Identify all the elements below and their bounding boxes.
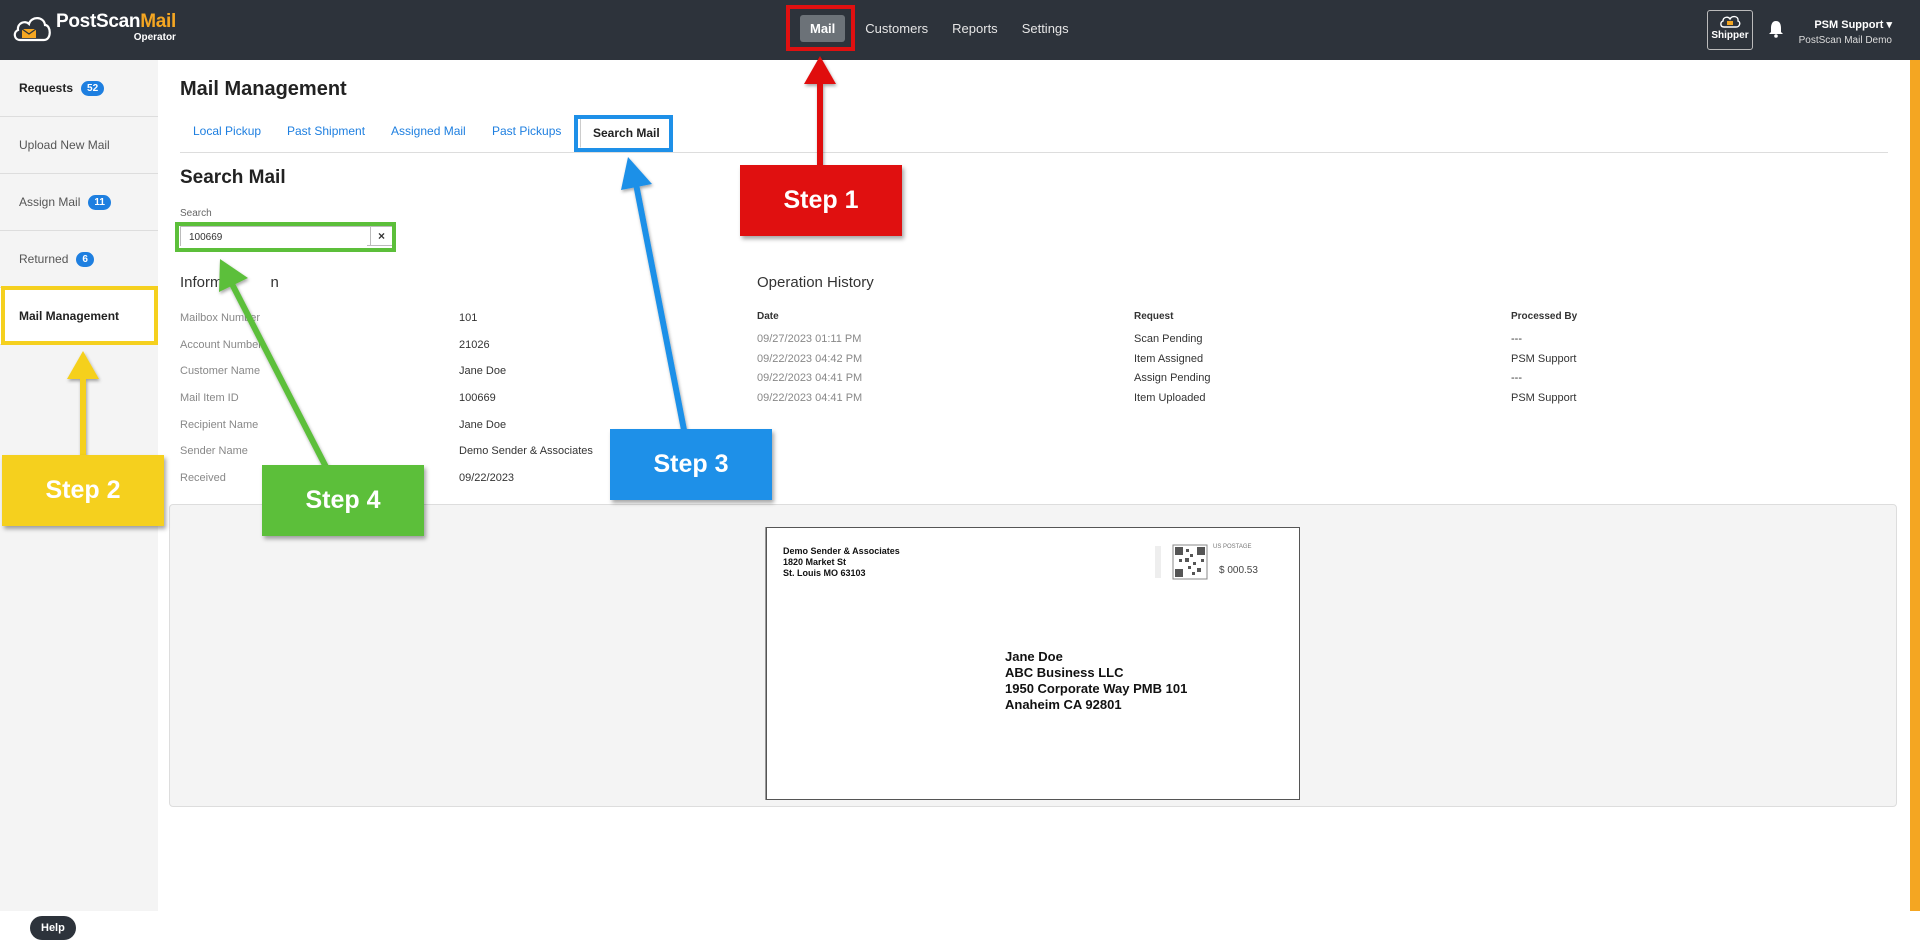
shipper-label: Shipper <box>1711 30 1749 41</box>
shipper-button[interactable]: Shipper <box>1707 10 1753 50</box>
mail-tabs: Local Pickup Past Shipment Assigned Mail… <box>180 114 1888 153</box>
sidebar-item-label: Returned <box>19 252 69 266</box>
history-date: 09/27/2023 01:11 PM <box>757 333 862 345</box>
user-menu[interactable]: PSM Support ▾ PostScan Mail Demo <box>1799 18 1892 46</box>
assign-count-badge: 11 <box>88 194 111 210</box>
history-date: 09/22/2023 04:42 PM <box>757 353 863 365</box>
requests-count-badge: 52 <box>81 80 105 96</box>
column-header-request: Request <box>1134 311 1174 322</box>
brand-prefix: PostScan <box>56 11 141 32</box>
info-value: Jane Doe <box>459 365 507 377</box>
info-value: 21026 <box>459 339 490 351</box>
history-request: Scan Pending <box>1134 333 1203 345</box>
recipient-line: 1950 Corporate Way PMB 101 <box>1005 681 1188 696</box>
envelope-sender-address: Demo Sender & Associates 1820 Market St … <box>783 546 900 579</box>
tab-local-pickup[interactable]: Local Pickup <box>193 124 261 138</box>
step3-highlight <box>574 115 673 152</box>
sender-line: St. Louis MO 63103 <box>783 568 866 578</box>
info-label: Recipient Name <box>180 419 259 431</box>
sidebar-item-label: Assign Mail <box>19 195 81 209</box>
sidebar-item-assign-mail[interactable]: Assign Mail 11 <box>0 174 158 231</box>
brand-subtitle: Operator <box>133 32 176 43</box>
bell-icon[interactable] <box>1768 20 1784 43</box>
history-processed-by: PSM Support <box>1511 353 1577 365</box>
history-date: 09/22/2023 04:41 PM <box>757 372 863 384</box>
caret-down-icon: ▾ <box>1886 19 1892 31</box>
recipient-line: Anaheim CA 92801 <box>1005 697 1122 712</box>
step4-callout: Step 4 <box>262 465 424 536</box>
info-value: Demo Sender & Associates <box>459 445 593 457</box>
step1-highlight <box>786 5 855 51</box>
information-title-end: n <box>270 274 279 291</box>
step4-highlight <box>175 222 396 252</box>
page-title: Mail Management <box>180 78 347 100</box>
postage-stamp: US POSTAGE $ 000.53 <box>1155 544 1285 584</box>
history-processed-by: --- <box>1511 372 1522 384</box>
tab-past-pickups[interactable]: Past Pickups <box>492 124 561 138</box>
sidebar-item-upload-new-mail[interactable]: Upload New Mail <box>0 117 158 174</box>
sidebar-item-requests[interactable]: Requests 52 <box>0 60 158 117</box>
step3-arrow <box>621 157 687 431</box>
nav-settings[interactable]: Settings <box>1022 15 1069 42</box>
information-title: Inform n <box>180 274 279 291</box>
info-label: Customer Name <box>180 365 261 377</box>
info-value: 09/22/2023 <box>459 472 515 484</box>
recipient-line: Jane Doe <box>1005 649 1063 664</box>
info-label: Received <box>180 472 226 484</box>
step3-callout: Step 3 <box>610 429 772 500</box>
sidebar-item-label: Upload New Mail <box>19 138 110 152</box>
nav-customers[interactable]: Customers <box>865 15 928 42</box>
info-label: Sender Name <box>180 445 248 457</box>
tab-past-shipment[interactable]: Past Shipment <box>287 124 365 138</box>
column-header-date: Date <box>757 311 779 322</box>
history-date: 09/22/2023 04:41 PM <box>757 392 863 404</box>
info-value: 101 <box>459 312 478 324</box>
user-organization: PostScan Mail Demo <box>1798 35 1892 46</box>
tab-assigned-mail[interactable]: Assigned Mail <box>391 124 466 138</box>
sender-line: 1820 Market St <box>783 557 847 567</box>
sidebar-item-returned[interactable]: Returned 6 <box>0 231 158 288</box>
step1-callout: Step 1 <box>740 165 902 236</box>
info-label: Mailbox Number <box>180 312 261 324</box>
app-logo[interactable]: PostScanMail Operator <box>12 12 176 44</box>
returned-count-badge: 6 <box>76 251 94 267</box>
info-label: Account Number <box>180 339 262 351</box>
operation-history-title: Operation History <box>757 274 874 291</box>
sidebar-item-label: Requests <box>19 81 74 95</box>
cloud-mail-logo-icon <box>13 17 51 42</box>
search-label: Search <box>180 208 212 219</box>
info-label: Mail Item ID <box>180 392 239 404</box>
step2-highlight <box>1 286 158 345</box>
sender-line: Demo Sender & Associates <box>783 546 900 556</box>
history-request: Item Assigned <box>1134 353 1204 365</box>
info-value: Jane Doe <box>459 419 507 431</box>
step2-callout: Step 2 <box>2 455 164 526</box>
nav-reports[interactable]: Reports <box>952 15 998 42</box>
top-navigation-bar: PostScanMail Operator Mail Customers Rep… <box>0 0 1920 60</box>
info-value: 100669 <box>459 392 496 404</box>
section-title: Search Mail <box>180 167 286 188</box>
qr-code-icon <box>1155 544 1208 580</box>
history-request: Item Uploaded <box>1134 392 1206 404</box>
page-scrollbar[interactable] <box>1910 60 1920 911</box>
recipient-line: ABC Business LLC <box>1005 665 1124 680</box>
information-title-start: Inform <box>180 274 223 291</box>
envelope-recipient-address: Jane Doe ABC Business LLC 1950 Corporate… <box>1005 649 1187 713</box>
user-name: PSM Support <box>1814 19 1884 31</box>
envelope-scan-image[interactable]: Demo Sender & Associates 1820 Market St … <box>766 527 1300 800</box>
history-processed-by: --- <box>1511 333 1522 345</box>
history-processed-by: PSM Support <box>1511 392 1577 404</box>
history-request: Assign Pending <box>1134 372 1211 384</box>
cloud-icon <box>1720 15 1741 28</box>
postage-label: US POSTAGE <box>1213 544 1252 550</box>
postage-amount: $ 000.53 <box>1219 565 1258 576</box>
column-header-processed-by: Processed By <box>1511 311 1578 322</box>
brand-accent: Mail <box>140 11 176 32</box>
help-button[interactable]: Help <box>30 916 76 940</box>
